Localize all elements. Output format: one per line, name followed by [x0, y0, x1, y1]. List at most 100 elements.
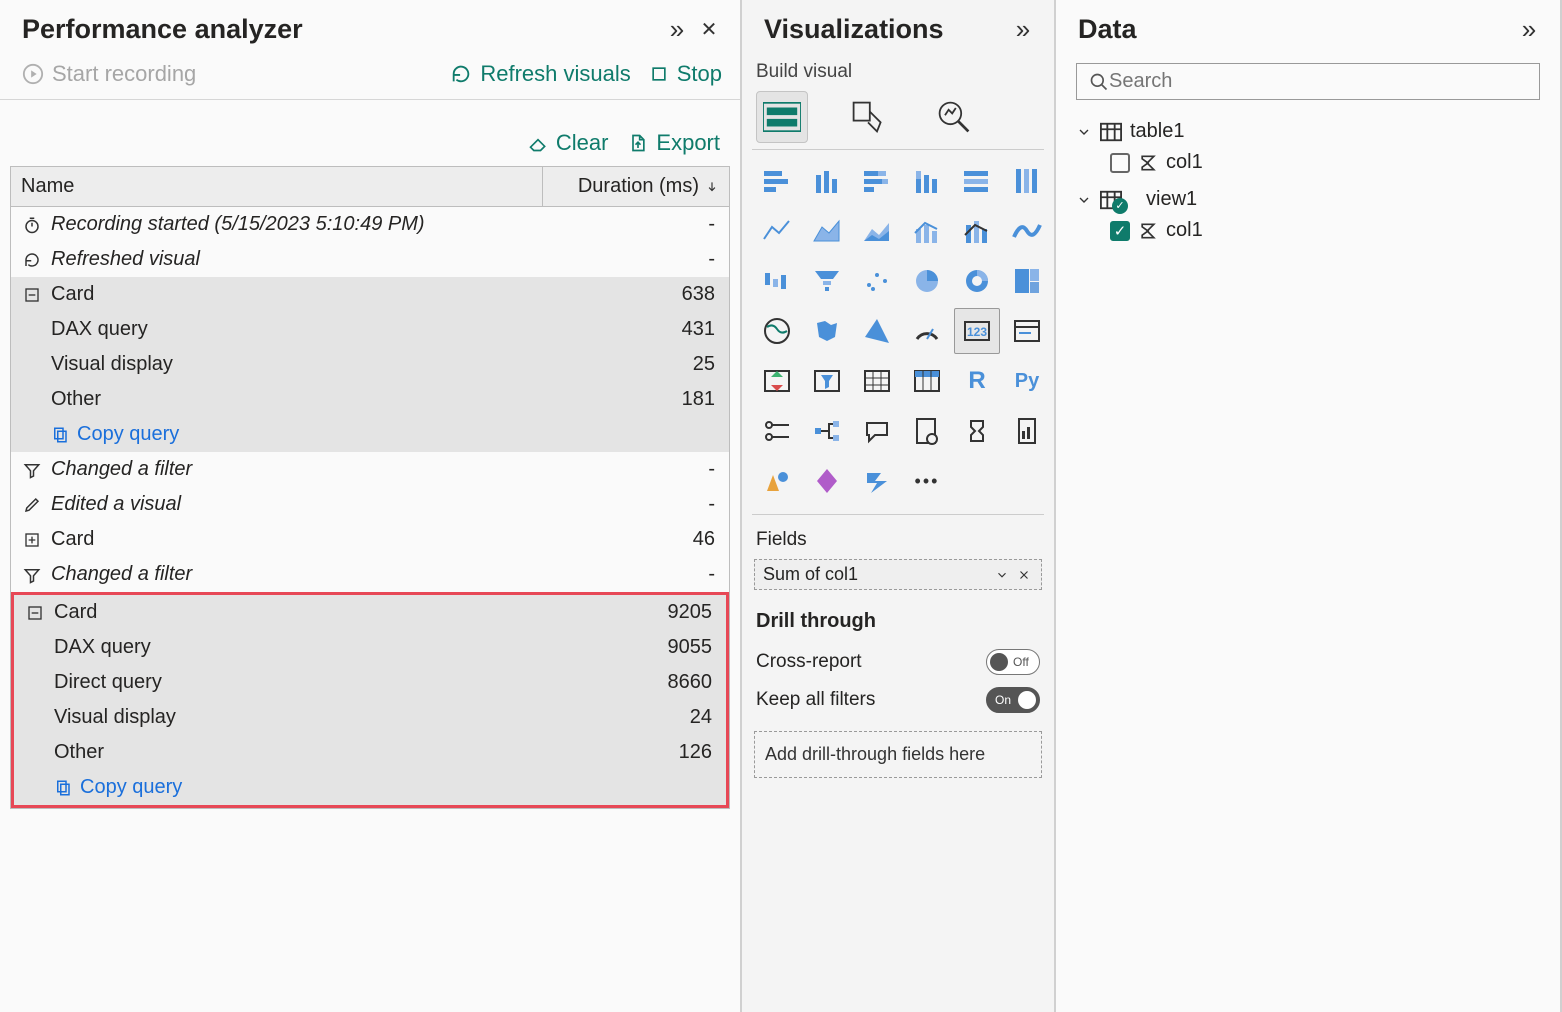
viz-stacked-area-icon[interactable] — [854, 208, 900, 254]
viz-stacked-column-icon[interactable] — [904, 158, 950, 204]
viz-kpi-icon[interactable] — [754, 358, 800, 404]
table1-col-label: col1 — [1166, 151, 1203, 174]
viz-azure-map-icon[interactable] — [854, 308, 900, 354]
tree-table1[interactable]: table1 — [1076, 116, 1560, 147]
drill-through-dropzone[interactable]: Add drill-through fields here — [754, 731, 1042, 778]
build-visual-icon — [763, 102, 801, 132]
row-card3-direct: Direct query 8660 — [14, 665, 726, 700]
viz-arcgis-icon[interactable] — [754, 458, 800, 504]
keep-filters-toggle[interactable]: On — [986, 687, 1040, 713]
viz-powerapps-icon[interactable] — [804, 458, 850, 504]
collapse-minus-icon[interactable] — [24, 605, 46, 621]
cross-report-toggle[interactable]: Off — [986, 649, 1040, 675]
search-input[interactable] — [1076, 63, 1540, 100]
build-visual-label: Build visual — [742, 55, 1054, 85]
viz-gallery: 123 R Py ••• — [742, 150, 1054, 514]
copy-icon — [54, 779, 72, 797]
checkbox-checked-icon[interactable]: ✓ — [1110, 221, 1130, 241]
collapse-icon[interactable] — [664, 17, 690, 43]
viz-donut-icon[interactable] — [954, 258, 1000, 304]
checkbox-unchecked-icon[interactable] — [1110, 153, 1130, 173]
highlighted-group: Card 9205 DAX query 9055 Direct query 86… — [11, 592, 729, 808]
filter-icon — [21, 461, 43, 479]
row-card-1[interactable]: Card 638 — [11, 277, 729, 312]
viz-matrix-icon[interactable] — [904, 358, 950, 404]
viz-r-icon[interactable]: R — [954, 358, 1000, 404]
export-button[interactable]: Export — [628, 130, 720, 156]
viz-key-influencers-icon[interactable] — [754, 408, 800, 454]
viz-decomposition-icon[interactable] — [804, 408, 850, 454]
viz-gauge-icon[interactable] — [904, 308, 950, 354]
close-icon[interactable] — [696, 17, 722, 43]
row-card1-visual: Visual display 25 — [11, 347, 729, 382]
chevron-down-icon — [1076, 192, 1092, 208]
viz-line-stacked-column-icon[interactable] — [954, 208, 1000, 254]
row-refreshed-visual: Refreshed visual - — [11, 242, 729, 277]
col-header-duration[interactable]: Duration (ms) — [543, 167, 729, 206]
visualizations-panel: Visualizations Build visual — [742, 0, 1056, 1012]
viz-qa-icon[interactable] — [854, 408, 900, 454]
viz-card-icon[interactable]: 123 — [954, 308, 1000, 354]
row-card3-copy[interactable]: Copy query — [14, 770, 726, 805]
expand-plus-icon[interactable] — [21, 532, 43, 548]
row-card-2[interactable]: Card 46 — [11, 522, 729, 557]
viz-goals-icon[interactable] — [954, 408, 1000, 454]
viz-slicer-icon[interactable] — [804, 358, 850, 404]
viz-scatter-icon[interactable] — [854, 258, 900, 304]
checkmark-badge-icon: ✓ — [1112, 198, 1128, 214]
clear-button[interactable]: Clear — [528, 130, 609, 156]
viz-stacked-bar-icon[interactable] — [854, 158, 900, 204]
stop-button[interactable]: Stop — [649, 61, 722, 87]
field-pill[interactable]: Sum of col1 — [754, 559, 1042, 590]
viz-powerautomate-icon[interactable] — [854, 458, 900, 504]
keep-filters-label: Keep all filters — [756, 689, 875, 711]
remove-field-icon[interactable] — [1015, 566, 1033, 584]
chevron-down-icon[interactable] — [993, 566, 1011, 584]
tree-view1-col1[interactable]: ✓ col1 — [1110, 215, 1560, 246]
chevron-down-icon — [1076, 124, 1092, 140]
paint-brush-icon — [850, 99, 886, 135]
row-card1-dax: DAX query 431 — [11, 312, 729, 347]
viz-pie-icon[interactable] — [904, 258, 950, 304]
refresh-visuals-button[interactable]: Refresh visuals — [450, 61, 630, 87]
col-header-name[interactable]: Name — [11, 167, 543, 206]
viz-line-icon[interactable] — [754, 208, 800, 254]
viz-area-icon[interactable] — [804, 208, 850, 254]
viz-more-icon[interactable]: ••• — [904, 458, 950, 504]
analytics-tab[interactable] — [928, 91, 980, 143]
svg-text:123: 123 — [967, 325, 987, 339]
build-visual-tab[interactable] — [756, 91, 808, 143]
viz-table-icon[interactable] — [854, 358, 900, 404]
format-visual-tab[interactable] — [842, 91, 894, 143]
viz-py-icon[interactable]: Py — [1004, 358, 1050, 404]
viz-line-column-icon[interactable] — [904, 208, 950, 254]
viz-clustered-bar-icon[interactable] — [804, 158, 850, 204]
viz-title: Visualizations — [764, 14, 1010, 45]
table1-label: table1 — [1130, 120, 1185, 143]
data-panel: Data table1 col1 ✓ view1 — [1056, 0, 1562, 1012]
row-card1-copy[interactable]: Copy query — [11, 417, 729, 452]
viz-stacked-bar-h-icon[interactable] — [754, 158, 800, 204]
tree-table1-col1[interactable]: col1 — [1110, 147, 1560, 178]
viz-treemap-icon[interactable] — [1004, 258, 1050, 304]
viz-filled-map-icon[interactable] — [804, 308, 850, 354]
viz-ribbon-icon[interactable] — [1004, 208, 1050, 254]
viz-funnel-icon[interactable] — [804, 258, 850, 304]
refresh-icon — [21, 251, 43, 269]
tree-view1[interactable]: ✓ view1 — [1076, 184, 1560, 215]
collapse-icon[interactable] — [1516, 17, 1542, 43]
drill-through-label: Drill through — [742, 590, 1054, 643]
collapse-minus-icon[interactable] — [21, 287, 43, 303]
table-icon — [1100, 122, 1122, 142]
viz-100stacked-bar-icon[interactable] — [954, 158, 1000, 204]
row-card-3[interactable]: Card 9205 — [14, 595, 726, 630]
viz-multi-card-icon[interactable] — [1004, 308, 1050, 354]
row-card3-other: Other 126 — [14, 735, 726, 770]
viz-paginated-icon[interactable] — [1004, 408, 1050, 454]
viz-narrative-icon[interactable] — [904, 408, 950, 454]
viz-map-icon[interactable] — [754, 308, 800, 354]
viz-waterfall-icon[interactable] — [754, 258, 800, 304]
magnifier-chart-icon — [936, 99, 972, 135]
collapse-icon[interactable] — [1010, 17, 1036, 43]
viz-100stacked-column-icon[interactable] — [1004, 158, 1050, 204]
